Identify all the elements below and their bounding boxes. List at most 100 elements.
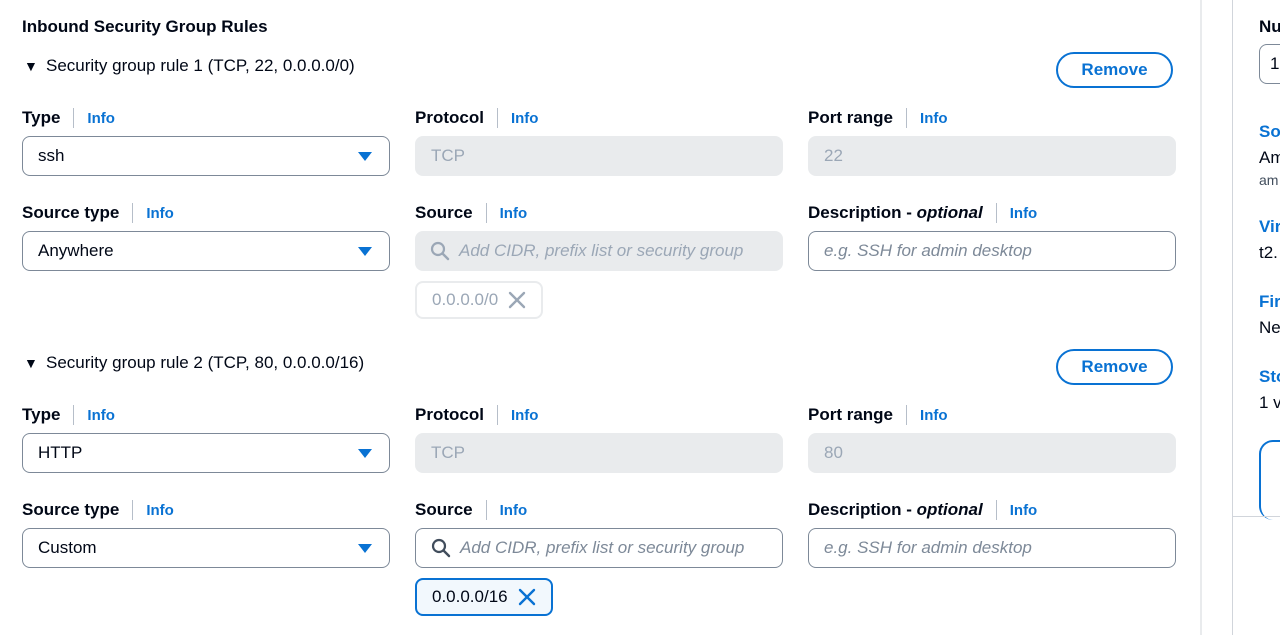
description-info-link[interactable]: Info (1010, 205, 1038, 222)
port-range-label-row: Port range Info (808, 404, 948, 426)
port-range-label: Port range (808, 108, 894, 127)
source-type-select-value: Custom (38, 538, 97, 557)
type-info-link[interactable]: Info (87, 407, 115, 424)
rule-title: Security group rule 2 (TCP, 80, 0.0.0.0/… (46, 353, 365, 372)
type-info-link[interactable]: Info (87, 110, 115, 127)
search-icon (431, 538, 451, 558)
description-input[interactable]: e.g. SSH for admin desktop (808, 528, 1176, 568)
source-info-link[interactable]: Info (500, 205, 528, 222)
source-type-label-row: Source type Info (22, 202, 174, 224)
description-label-row: Description - optional Info (808, 202, 1037, 224)
dropdown-arrow-icon (358, 151, 372, 161)
description-label: Description - optional (808, 500, 983, 519)
virtual-server-link[interactable]: Vir (1259, 217, 1280, 237)
divider (906, 108, 908, 128)
source-token: 0.0.0.0/16 (415, 578, 553, 616)
close-icon[interactable] (518, 588, 536, 606)
divider (1233, 516, 1280, 517)
caret-down-icon[interactable]: ▼ (24, 355, 46, 371)
software-image-link[interactable]: So (1259, 122, 1280, 142)
summary-side-panel: Nu 1 So Am am Vir t2. Fir Ne Sto 1 v (1232, 0, 1280, 635)
security-group-rules-section: Inbound Security Group Rules ▼ Security … (0, 0, 1200, 635)
description-placeholder: e.g. SSH for admin desktop (824, 538, 1032, 557)
source-search-input: Add CIDR, prefix list or security group (415, 231, 783, 271)
protocol-info-link[interactable]: Info (511, 407, 539, 424)
source-label-row: Source Info (415, 499, 527, 521)
description-label: Description - optional (808, 203, 983, 222)
source-type-label: Source type (22, 500, 120, 519)
number-of-instances-input[interactable]: 1 (1259, 44, 1280, 84)
source-type-label: Source type (22, 203, 120, 222)
caret-down-icon[interactable]: ▼ (24, 58, 46, 74)
source-type-info-link[interactable]: Info (146, 205, 174, 222)
protocol-field: TCP (415, 433, 783, 473)
rule-1-header[interactable]: ▼ Security group rule 1 (TCP, 22, 0.0.0.… (24, 56, 355, 76)
port-range-label: Port range (808, 405, 894, 424)
port-range-field: 22 (808, 136, 1176, 176)
divider (73, 108, 75, 128)
protocol-label: Protocol (415, 405, 484, 424)
source-type-select[interactable]: Custom (22, 528, 390, 568)
source-token-label: 0.0.0.0/16 (432, 587, 508, 606)
type-label: Type (22, 405, 61, 424)
divider (995, 203, 997, 223)
firewall-value: Ne (1259, 318, 1280, 337)
type-label-row: Type Info (22, 107, 115, 129)
divider (496, 108, 498, 128)
port-range-info-link[interactable]: Info (920, 110, 948, 127)
description-placeholder: e.g. SSH for admin desktop (824, 241, 1032, 260)
source-type-label-row: Source type Info (22, 499, 174, 521)
divider (485, 203, 487, 223)
divider (906, 405, 908, 425)
type-select-value: ssh (38, 146, 65, 165)
protocol-label-row: Protocol Info (415, 404, 538, 426)
type-select[interactable]: ssh (22, 136, 390, 176)
type-select-value: HTTP (38, 443, 83, 462)
source-token: 0.0.0.0/0 (415, 281, 544, 319)
port-range-info-link[interactable]: Info (920, 407, 948, 424)
source-placeholder: Add CIDR, prefix list or security group (460, 538, 745, 557)
source-placeholder: Add CIDR, prefix list or security group (459, 241, 744, 260)
source-token-label: 0.0.0.0/0 (432, 290, 499, 309)
divider (132, 203, 134, 223)
protocol-field: TCP (415, 136, 783, 176)
firewall-link[interactable]: Fir (1259, 292, 1280, 312)
source-type-select[interactable]: Anywhere (22, 231, 390, 271)
rule-title: Security group rule 1 (TCP, 22, 0.0.0.0/… (46, 56, 355, 75)
source-type-info-link[interactable]: Info (146, 502, 174, 519)
remove-rule-2-button[interactable]: Remove (1056, 349, 1173, 385)
vertical-divider (1200, 0, 1202, 635)
divider (496, 405, 498, 425)
source-search-input[interactable]: Add CIDR, prefix list or security group (415, 528, 783, 568)
close-icon (508, 291, 526, 309)
source-label: Source (415, 203, 473, 222)
virtual-server-value: t2. (1259, 243, 1278, 262)
port-range-field: 80 (808, 433, 1176, 473)
divider (485, 500, 487, 520)
dropdown-arrow-icon (358, 543, 372, 553)
storage-link[interactable]: Sto (1259, 367, 1280, 387)
divider (132, 500, 134, 520)
rule-2-header[interactable]: ▼ Security group rule 2 (TCP, 80, 0.0.0.… (24, 353, 364, 373)
dropdown-arrow-icon (358, 246, 372, 256)
divider (73, 405, 75, 425)
source-info-link[interactable]: Info (500, 502, 528, 519)
port-range-label-row: Port range Info (808, 107, 948, 129)
description-label-row: Description - optional Info (808, 499, 1037, 521)
type-label-row: Type Info (22, 404, 115, 426)
description-info-link[interactable]: Info (1010, 502, 1038, 519)
info-panel (1259, 440, 1280, 520)
dropdown-arrow-icon (358, 448, 372, 458)
software-image-value: Am (1259, 148, 1280, 167)
protocol-info-link[interactable]: Info (511, 110, 539, 127)
type-select[interactable]: HTTP (22, 433, 390, 473)
protocol-label: Protocol (415, 108, 484, 127)
search-icon (430, 241, 450, 261)
number-of-instances-value: 1 (1270, 54, 1280, 73)
divider (995, 500, 997, 520)
source-label-row: Source Info (415, 202, 527, 224)
description-input[interactable]: e.g. SSH for admin desktop (808, 231, 1176, 271)
remove-rule-1-button[interactable]: Remove (1056, 52, 1173, 88)
source-type-select-value: Anywhere (38, 241, 114, 260)
number-of-instances-label: Nu (1259, 17, 1280, 36)
